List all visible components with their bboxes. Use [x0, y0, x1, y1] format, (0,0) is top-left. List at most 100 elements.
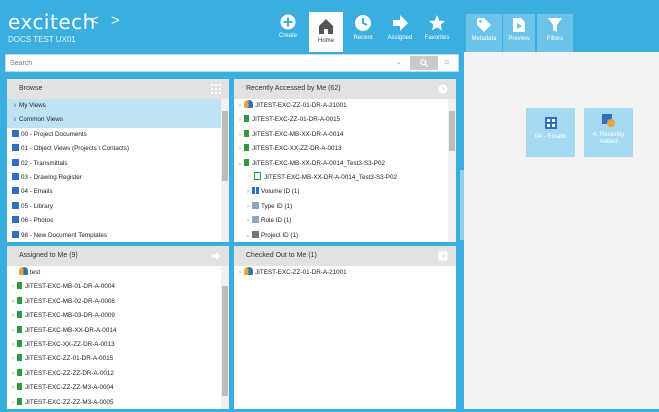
chevron-right-icon[interactable]: › — [9, 352, 17, 366]
clock-icon — [355, 15, 371, 31]
chevron-down-icon[interactable]: ⌄ — [244, 229, 252, 242]
list-item-label: Role ID (1) — [261, 217, 292, 225]
preview-button[interactable]: Preview — [503, 14, 535, 52]
create-button[interactable]: Create — [271, 14, 305, 52]
chevron-right-icon[interactable]: › — [236, 128, 244, 142]
browse-item-view[interactable]: 01 - Object Views (Projects \ Contacts) — [7, 142, 229, 156]
chevron-right-icon[interactable]: › — [9, 295, 17, 309]
metadata-button[interactable]: Metadata — [466, 14, 502, 52]
list-item[interactable]: › JITEST-EXC-XX-ZZ-DR-A-0013 — [234, 142, 456, 156]
list-item[interactable]: › JITEST-EXC-MB-01-DR-A-0004 — [7, 280, 229, 294]
list-item[interactable]: test — [7, 266, 229, 280]
recent-title: Recently Accessed by Me (62) — [246, 85, 341, 92]
browse-item-view[interactable]: 02 - Transmittals — [7, 157, 229, 171]
list-item[interactable]: › JITEST-EXC-XX-ZZ-DR-A-0013 — [7, 338, 229, 352]
browse-item-label: Common Views — [19, 116, 63, 124]
chevron-right-icon[interactable]: › — [244, 214, 252, 228]
scroll-thumb[interactable] — [449, 111, 455, 151]
browse-item-label: 02 - Transmittals — [21, 159, 68, 167]
browse-title: Browse — [19, 85, 43, 92]
browse-item-view[interactable]: 03 - Drawing Register — [7, 171, 229, 185]
list-item-label: JITEST-EXC-ZZ-ZZ-DR-A-0012 — [25, 369, 114, 377]
list-item-label: Volume ID (1) — [261, 188, 300, 196]
tile-emails[interactable]: 04 - Emails — [526, 108, 575, 157]
recent-button[interactable]: Recent — [346, 14, 380, 52]
list-item[interactable]: › JITEST-EXC-ZZ-01-DR-A-0015 — [7, 352, 229, 366]
arrow-right-icon — [211, 251, 221, 261]
list-item[interactable]: › JITEST-EXC-MB-XX-DR-A-0014 — [234, 128, 456, 142]
chevron-right-icon[interactable]: › — [9, 280, 17, 294]
chevron-right-icon[interactable]: › — [9, 309, 17, 323]
view-icon — [12, 172, 19, 180]
browse-item-view[interactable]: 00 - Project Documents — [7, 128, 229, 142]
assigned-label: Assigned — [387, 35, 413, 41]
chevron-right-icon[interactable]: › — [9, 367, 17, 381]
scroll-thumb[interactable] — [222, 111, 228, 181]
chevron-down-icon[interactable]: ∨ — [11, 113, 19, 127]
home-button[interactable]: Home — [309, 12, 343, 52]
chevron-down-icon[interactable]: ∨ — [11, 99, 19, 113]
list-item-label: Type ID (1) — [261, 202, 293, 210]
search-button[interactable] — [410, 56, 438, 70]
view-icon — [12, 230, 19, 238]
tile-recently-added[interactable]: 4. Recently Added — [584, 108, 633, 157]
browse-item-view[interactable]: 05 - Library — [7, 200, 229, 214]
filters-button[interactable]: Filters — [537, 14, 573, 52]
chevron-right-icon[interactable]: › — [236, 113, 244, 127]
chevron-right-icon[interactable]: › — [9, 324, 17, 338]
list-item[interactable]: › JITEST-EXC-MB-03-DR-A-0009 — [7, 309, 229, 323]
browse-item-common-views[interactable]: ∨ Common Views — [7, 113, 229, 128]
scroll-thumb[interactable] — [222, 286, 228, 396]
chevron-right-icon[interactable]: › — [244, 185, 252, 199]
list-item[interactable]: › JITEST-EXC-ZZ-01-DR-A-21001 — [234, 99, 456, 113]
list-item[interactable]: ⌄ Project ID (1) — [234, 229, 456, 242]
grid-icon — [544, 117, 557, 129]
app-logo: excitech — [8, 10, 96, 34]
chevron-right-icon[interactable]: › — [9, 381, 17, 395]
people-icon — [244, 267, 253, 275]
browse-scrollbar[interactable] — [221, 99, 229, 242]
list-item[interactable]: ⌄ JITEST-EXC-MB-XX-DR-A-0014_Test3-S3-P02 — [234, 157, 456, 171]
doc-icon — [17, 325, 22, 333]
search-input[interactable] — [10, 57, 380, 70]
list-item[interactable]: › JITEST-EXC-ZZ-ZZ-M3-A-0004 — [7, 381, 229, 395]
metadata-label: Metadata — [471, 36, 497, 42]
assigned-list: test › JITEST-EXC-MB-01-DR-A-0004 › JITEST… — [7, 266, 229, 409]
favorites-button[interactable]: Favorites — [420, 14, 454, 52]
list-item[interactable]: › JITEST-EXC-MB-XX-DR-A-0014 — [7, 324, 229, 338]
chevron-right-icon[interactable]: › — [244, 200, 252, 214]
chevron-right-icon[interactable]: › — [236, 266, 244, 280]
doc-icon — [244, 115, 249, 123]
browse-item-my-views[interactable]: ∨ My Views — [7, 99, 229, 114]
browse-item-view[interactable]: 04 - Emails — [7, 185, 229, 199]
chevron-right-icon[interactable]: › — [236, 142, 244, 156]
list-item[interactable]: › JITEST-EXC-ZZ-01-DR-A-0015 — [234, 113, 456, 127]
assigned-button[interactable]: Assigned — [383, 14, 417, 52]
chevron-down-icon[interactable]: ⌄ — [396, 58, 402, 66]
browse-item-view[interactable]: 06 - Photos — [7, 214, 229, 228]
chevron-right-icon[interactable]: › — [9, 338, 17, 352]
list-item[interactable]: › Volume ID (1) — [234, 185, 456, 199]
list-item[interactable]: JITEST-EXC-MB-XX-DR-A-0014_Test3-S3-P02 — [234, 171, 456, 185]
back-button[interactable]: < — [90, 12, 99, 29]
search-options-icon[interactable]: ≡ — [444, 57, 449, 67]
chevron-down-icon[interactable]: ⌄ — [236, 157, 244, 171]
list-item[interactable]: › JITEST-EXC-ZZ-01-DR-A-21001 — [234, 266, 456, 280]
preview-label: Preview — [508, 36, 530, 42]
assigned-scrollbar[interactable] — [221, 266, 229, 409]
grid-menu-icon[interactable] — [211, 84, 221, 94]
recent-scrollbar[interactable] — [448, 99, 456, 242]
list-item[interactable]: › Type ID (1) — [234, 200, 456, 214]
list-item-label: JITEST-EXC-MB-02-DR-A-0008 — [25, 297, 115, 305]
list-item[interactable]: › JITEST-EXC-ZZ-ZZ-M3-A-0005 — [7, 396, 229, 409]
chevron-right-icon[interactable]: › — [236, 99, 244, 113]
browse-item-view[interactable]: 98 - New Document Templates — [7, 229, 229, 242]
assigned-header: Assigned to Me (9) — [7, 246, 229, 266]
list-item-label: JITEST-EXC-MB-XX-DR-A-0014_Test3-S3-P02 — [252, 159, 385, 167]
list-item[interactable]: › JITEST-EXC-ZZ-ZZ-DR-A-0012 — [7, 367, 229, 381]
list-item[interactable]: › JITEST-EXC-MB-02-DR-A-0008 — [7, 295, 229, 309]
chevron-right-icon[interactable]: › — [9, 396, 17, 409]
list-item[interactable]: › Role ID (1) — [234, 214, 456, 228]
forward-button[interactable]: > — [111, 12, 120, 29]
doc-icon — [244, 158, 249, 166]
